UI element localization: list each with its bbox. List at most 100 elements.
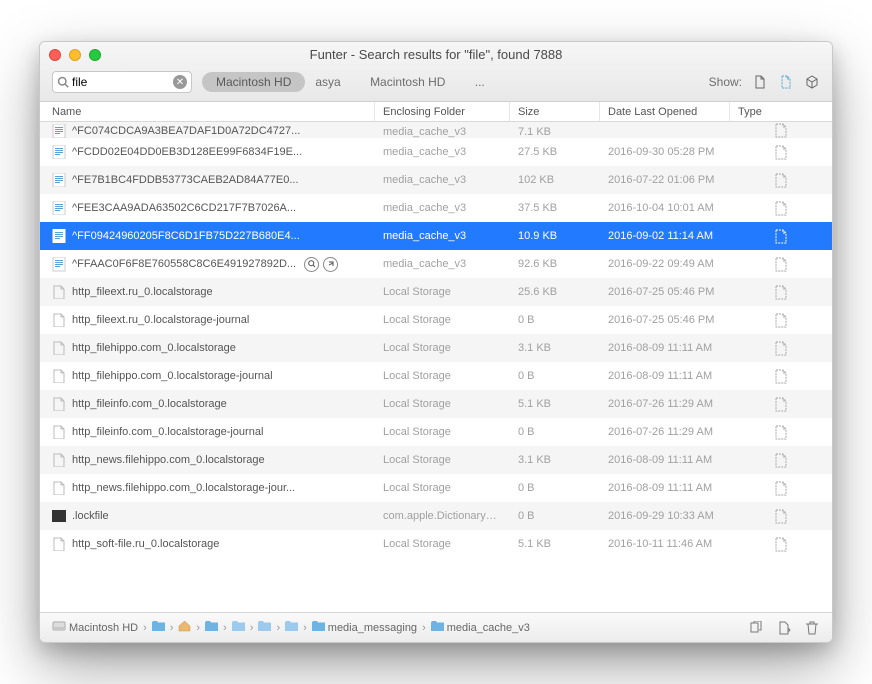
show-hidden-icon[interactable] [778, 74, 794, 90]
share-icon[interactable] [323, 257, 338, 272]
search-input[interactable] [72, 75, 173, 89]
cell-size: 10.9 KB [510, 230, 600, 242]
trash-icon[interactable] [804, 620, 820, 636]
cell-name: http_fileinfo.com_0.localstorage [40, 397, 375, 411]
cell-folder: com.apple.DictionaryS... [375, 510, 510, 522]
window-title: Funter - Search results for "file", foun… [49, 47, 823, 62]
cell-name: http_news.filehippo.com_0.localstorage-j… [40, 481, 375, 495]
cell-size: 102 KB [510, 174, 600, 186]
breadcrumb-item[interactable]: Macintosh HD [52, 620, 138, 635]
file-name: ^FEE3CAA9ADA63502C6CD217F7B7026A... [72, 202, 296, 214]
table-row[interactable]: .lockfile com.apple.DictionaryS... 0 B 2… [40, 502, 832, 530]
cell-date: 2016-07-25 05:46 PM [600, 286, 730, 298]
table-row[interactable]: http_filehippo.com_0.localstorage Local … [40, 334, 832, 362]
cell-type [730, 145, 832, 160]
col-type[interactable]: Type [730, 102, 832, 121]
breadcrumb-item[interactable] [178, 620, 191, 635]
show-filters [752, 74, 820, 90]
cell-type [730, 313, 832, 328]
scope-pill[interactable]: Macintosh HD [202, 72, 305, 92]
crumb-item[interactable]: asya [315, 75, 340, 89]
file-name: http_filehippo.com_0.localstorage-journa… [72, 370, 273, 382]
cell-type [730, 537, 832, 552]
cell-folder: Local Storage [375, 286, 510, 298]
folder-icon [205, 621, 218, 634]
file-icon [52, 201, 66, 215]
cell-folder: media_cache_v3 [375, 230, 510, 242]
clear-search-button[interactable]: ✕ [173, 75, 187, 89]
crumb-item[interactable]: Macintosh HD [370, 75, 445, 89]
cell-folder: media_cache_v3 [375, 258, 510, 270]
cell-name: http_fileext.ru_0.localstorage [40, 285, 375, 299]
cell-folder: media_cache_v3 [375, 126, 510, 138]
table-row[interactable]: http_news.filehippo.com_0.localstorage-j… [40, 474, 832, 502]
reveal-icon[interactable] [304, 257, 319, 272]
table-row[interactable]: http_fileinfo.com_0.localstorage Local S… [40, 390, 832, 418]
cell-name: http_news.filehippo.com_0.localstorage [40, 453, 375, 467]
breadcrumb-item[interactable] [152, 621, 165, 634]
cell-type [730, 509, 832, 524]
breadcrumb-item[interactable]: media_messaging [312, 621, 417, 634]
breadcrumb-item[interactable] [285, 621, 298, 634]
cell-size: 0 B [510, 482, 600, 494]
table-row[interactable]: ^FE7B1BC4FDDB53773CAEB2AD84A77E0... medi… [40, 166, 832, 194]
table-row[interactable]: http_soft-file.ru_0.localstorage Local S… [40, 530, 832, 558]
show-packages-icon[interactable] [804, 74, 820, 90]
cell-size: 3.1 KB [510, 454, 600, 466]
file-name: ^FE7B1BC4FDDB53773CAEB2AD84A77E0... [72, 174, 299, 186]
file-name: http_news.filehippo.com_0.localstorage-j… [72, 482, 295, 494]
file-list[interactable]: ^FC074CDCA9A3BEA7DAF1D0A72DC4727... medi… [40, 122, 832, 612]
breadcrumb-sep: › [422, 622, 426, 634]
table-row[interactable]: http_filehippo.com_0.localstorage-journa… [40, 362, 832, 390]
app-window: Funter - Search results for "file", foun… [39, 41, 833, 643]
table-row[interactable]: ^FEE3CAA9ADA63502C6CD217F7B7026A... medi… [40, 194, 832, 222]
cell-date: 2016-07-26 11:29 AM [600, 398, 730, 410]
file-icon [52, 145, 66, 159]
cell-size: 0 B [510, 314, 600, 326]
breadcrumb-item[interactable]: media_cache_v3 [431, 621, 530, 634]
crumb-item[interactable]: ... [475, 75, 485, 89]
table-row[interactable]: ^FC074CDCA9A3BEA7DAF1D0A72DC4727... medi… [40, 122, 832, 138]
table-row[interactable]: http_fileext.ru_0.localstorage-journal L… [40, 306, 832, 334]
breadcrumb-item[interactable] [232, 621, 245, 634]
file-name: http_soft-file.ru_0.localstorage [72, 538, 219, 550]
show-files-icon[interactable] [752, 74, 768, 90]
cell-type [730, 201, 832, 216]
cell-date: 2016-08-09 11:11 AM [600, 482, 730, 494]
cell-size: 0 B [510, 510, 600, 522]
col-name[interactable]: Name [40, 102, 375, 121]
table-row[interactable]: http_fileinfo.com_0.localstorage-journal… [40, 418, 832, 446]
file-icon [52, 173, 66, 187]
table-row[interactable]: ^FFAAC0F6F8E760558C8C6E491927892D... med… [40, 250, 832, 278]
cell-name: ^FCDD02E04DD0EB3D128EE99F6834F19E... [40, 145, 375, 159]
reveal-icon[interactable] [776, 620, 792, 636]
cell-size: 0 B [510, 370, 600, 382]
folder-icon [178, 620, 191, 635]
table-row[interactable]: http_fileext.ru_0.localstorage Local Sto… [40, 278, 832, 306]
search-icon [57, 76, 69, 88]
col-date[interactable]: Date Last Opened [600, 102, 730, 121]
breadcrumb-sep: › [250, 622, 254, 634]
table-row[interactable]: ^FCDD02E04DD0EB3D128EE99F6834F19E... med… [40, 138, 832, 166]
cell-name: ^FF09424960205F8C6D1FB75D227B680E4... [40, 229, 375, 243]
breadcrumb-sep: › [276, 622, 280, 634]
cell-type [730, 481, 832, 496]
col-size[interactable]: Size [510, 102, 600, 121]
file-name: http_fileinfo.com_0.localstorage-journal [72, 426, 263, 438]
table-row[interactable]: ^FF09424960205F8C6D1FB75D227B680E4... me… [40, 222, 832, 250]
copy-icon[interactable] [748, 620, 764, 636]
cell-folder: media_cache_v3 [375, 174, 510, 186]
table-row[interactable]: http_news.filehippo.com_0.localstorage L… [40, 446, 832, 474]
file-icon [52, 425, 66, 439]
cell-folder: Local Storage [375, 426, 510, 438]
columns-header: Name Enclosing Folder Size Date Last Ope… [40, 102, 832, 122]
cell-type [730, 425, 832, 440]
breadcrumb-sep: › [303, 622, 307, 634]
file-name: ^FCDD02E04DD0EB3D128EE99F6834F19E... [72, 146, 302, 158]
col-folder[interactable]: Enclosing Folder [375, 102, 510, 121]
breadcrumb-item[interactable] [258, 621, 271, 634]
cell-name: http_fileinfo.com_0.localstorage-journal [40, 425, 375, 439]
breadcrumb-actions [748, 620, 820, 636]
cell-date: 2016-10-04 10:01 AM [600, 202, 730, 214]
breadcrumb-item[interactable] [205, 621, 218, 634]
